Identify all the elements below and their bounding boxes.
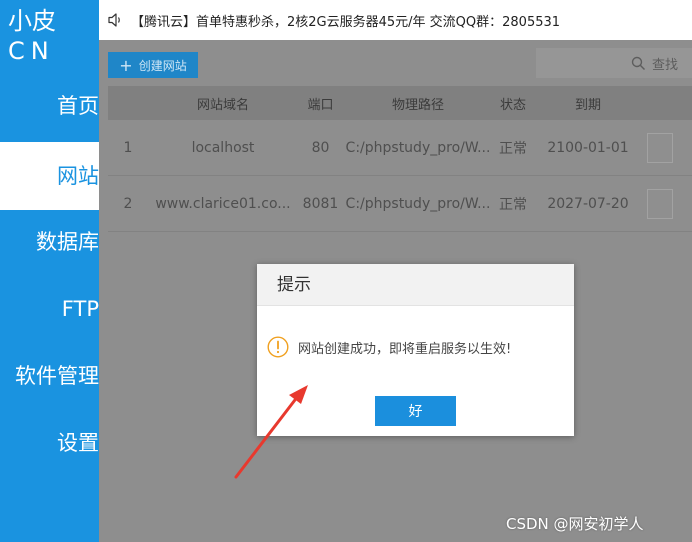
sidebar-item-label: 首页 bbox=[57, 94, 99, 118]
header-expire: 到期 bbox=[574, 97, 601, 113]
dialog-message-text: 网站创建成功，即将重启服务以生效! bbox=[298, 341, 512, 357]
sidebar-item-label: 数据库 bbox=[36, 230, 99, 254]
watermark: CSDN @网安初学人 bbox=[506, 515, 644, 533]
row-port: 8081 bbox=[302, 195, 339, 212]
header-path: 物理路径 bbox=[391, 97, 444, 113]
row-action-button[interactable] bbox=[647, 132, 673, 163]
brand-logo: 小皮 CN bbox=[8, 6, 56, 66]
create-website-label: 创建网站 bbox=[138, 58, 187, 73]
row-domain: www.clarice01.co... bbox=[155, 195, 291, 212]
row-port: 80 bbox=[311, 139, 330, 156]
row-status: 正常 bbox=[499, 140, 527, 157]
search-button[interactable]: 查找 bbox=[536, 48, 692, 78]
sidebar-item-ftp[interactable]: FTP bbox=[0, 275, 99, 343]
plus-icon: + bbox=[119, 55, 133, 75]
row-index: 1 bbox=[123, 139, 133, 156]
row-path: C:/phpstudy_pro/W... bbox=[345, 195, 491, 212]
ok-button[interactable]: 好 bbox=[375, 396, 456, 426]
search-icon bbox=[631, 56, 646, 70]
sidebar-item-label: 网站 bbox=[57, 164, 99, 188]
warning-icon bbox=[267, 336, 289, 358]
table-row[interactable]: 2 www.clarice01.co... 8081 C:/phpstudy_p… bbox=[108, 176, 692, 232]
search-label: 查找 bbox=[651, 57, 678, 73]
sidebar-item-software[interactable]: 软件管理 bbox=[0, 342, 99, 410]
brand-line-1: 小皮 bbox=[8, 7, 56, 35]
sidebar-item-settings[interactable]: 设置 bbox=[0, 409, 99, 477]
sidebar: 小皮 CN 首页 网站 数据库 FTP 软件管理 设置 bbox=[0, 0, 99, 542]
header-domain: 网站域名 bbox=[196, 97, 249, 113]
row-expire: 2027-07-20 bbox=[547, 195, 629, 212]
sidebar-item-label: 软件管理 bbox=[15, 364, 99, 388]
row-status: 正常 bbox=[499, 196, 527, 213]
row-path: C:/phpstudy_pro/W... bbox=[345, 139, 491, 156]
alert-dialog: 提示 网站创建成功，即将重启服务以生效! 好 bbox=[257, 264, 574, 436]
speaker-icon bbox=[108, 13, 120, 27]
row-action-button[interactable] bbox=[647, 188, 673, 219]
website-table: 网站域名 端口 物理路径 状态 到期 1 localhost 80 C:/php… bbox=[108, 86, 692, 232]
header-status: 状态 bbox=[499, 97, 526, 113]
table-row[interactable]: 1 localhost 80 C:/phpstudy_pro/W... 正常 2… bbox=[108, 120, 692, 176]
sidebar-item-label: FTP bbox=[61, 297, 99, 321]
sidebar-item-label: 设置 bbox=[57, 431, 99, 455]
create-website-button[interactable]: + 创建网站 bbox=[108, 52, 198, 78]
row-expire: 2100-01-01 bbox=[547, 139, 629, 156]
sidebar-item-database[interactable]: 数据库 bbox=[0, 208, 99, 276]
row-domain: localhost bbox=[191, 139, 255, 156]
sidebar-item-websites[interactable]: 网站 bbox=[0, 142, 99, 210]
brand-line-2: CN bbox=[8, 37, 55, 65]
notice-bar: 【腾讯云】首单特惠秒杀，2核2G云服务器45元/年 交流QQ群：2805531 bbox=[99, 0, 692, 40]
dialog-title: 提示 bbox=[257, 264, 574, 306]
table-header: 网站域名 端口 物理路径 状态 到期 bbox=[108, 86, 692, 120]
notice-text[interactable]: 【腾讯云】首单特惠秒杀，2核2G云服务器45元/年 交流QQ群：2805531 bbox=[131, 11, 560, 30]
row-index: 2 bbox=[123, 195, 133, 212]
sidebar-item-home[interactable]: 首页 bbox=[0, 72, 99, 140]
dialog-message: 网站创建成功，即将重启服务以生效! bbox=[267, 336, 511, 358]
header-port: 端口 bbox=[307, 97, 334, 113]
